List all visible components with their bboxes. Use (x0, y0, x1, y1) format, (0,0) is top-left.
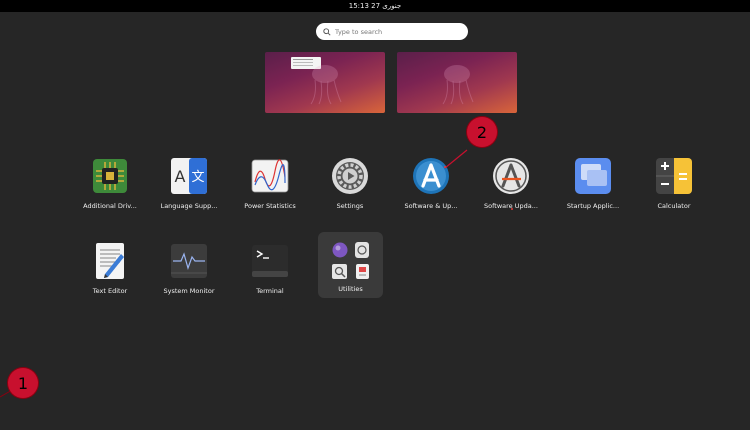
search-box[interactable] (316, 23, 468, 40)
app-label: Startup Applic... (566, 202, 620, 210)
svg-text:A: A (175, 167, 186, 186)
app-label: Settings (336, 202, 364, 210)
clock[interactable]: 15:13 27 جنوری (349, 2, 401, 10)
search-input[interactable] (335, 27, 455, 36)
annotation-marker-1: 1 (8, 368, 38, 398)
system-monitor-icon (171, 244, 207, 278)
power-stats-icon (251, 159, 289, 193)
chip-icon (93, 159, 127, 193)
running-indicator-dot (511, 208, 513, 210)
app-language-support[interactable]: A 文 Language Supp... (149, 157, 229, 210)
app-label: System Monitor (163, 287, 215, 295)
app-additional-drivers[interactable]: Additional Driv... (70, 157, 150, 210)
app-system-monitor[interactable]: System Monitor (149, 242, 229, 295)
app-software-updater[interactable]: Software Upda... (471, 157, 551, 210)
folder-label: Utilities (338, 285, 363, 293)
folder-preview-icons (332, 242, 369, 279)
terminal-icon (252, 245, 288, 277)
app-terminal[interactable]: Terminal (230, 242, 310, 295)
folder-utilities[interactable]: Utilities (318, 232, 383, 298)
svg-text:文: 文 (191, 170, 204, 185)
app-label: Calculator (657, 202, 691, 210)
startup-apps-icon (575, 158, 611, 194)
language-icon: A 文 (171, 158, 207, 194)
software-updater-icon (493, 158, 529, 194)
top-bar: 15:13 27 جنوری (0, 0, 750, 12)
calculator-icon (656, 158, 692, 194)
app-text-editor[interactable]: Text Editor (70, 242, 150, 295)
app-label: Additional Driv... (83, 202, 137, 210)
app-calculator[interactable]: Calculator (634, 157, 714, 210)
workspace-thumbnail-2[interactable] (397, 52, 517, 113)
app-label: Software & Up... (404, 202, 458, 210)
app-startup-applications[interactable]: Startup Applic... (553, 157, 633, 210)
text-editor-icon (96, 243, 124, 279)
app-settings[interactable]: Settings (310, 157, 390, 210)
annotation-marker-2: 2 (467, 117, 497, 147)
app-label: Text Editor (92, 287, 128, 295)
gear-icon (332, 158, 368, 194)
search-icon (323, 27, 331, 36)
wallpaper-jellyfish (310, 65, 342, 105)
app-label: Terminal (256, 287, 284, 295)
app-label: Power Statistics (244, 202, 296, 210)
marker-2-pointer (444, 149, 468, 169)
workspace-thumbnail-1[interactable] (265, 52, 385, 113)
wallpaper-jellyfish (442, 65, 474, 105)
app-label: Language Supp... (160, 202, 218, 210)
app-power-statistics[interactable]: Power Statistics (230, 157, 310, 210)
click-point-dot (444, 166, 446, 168)
